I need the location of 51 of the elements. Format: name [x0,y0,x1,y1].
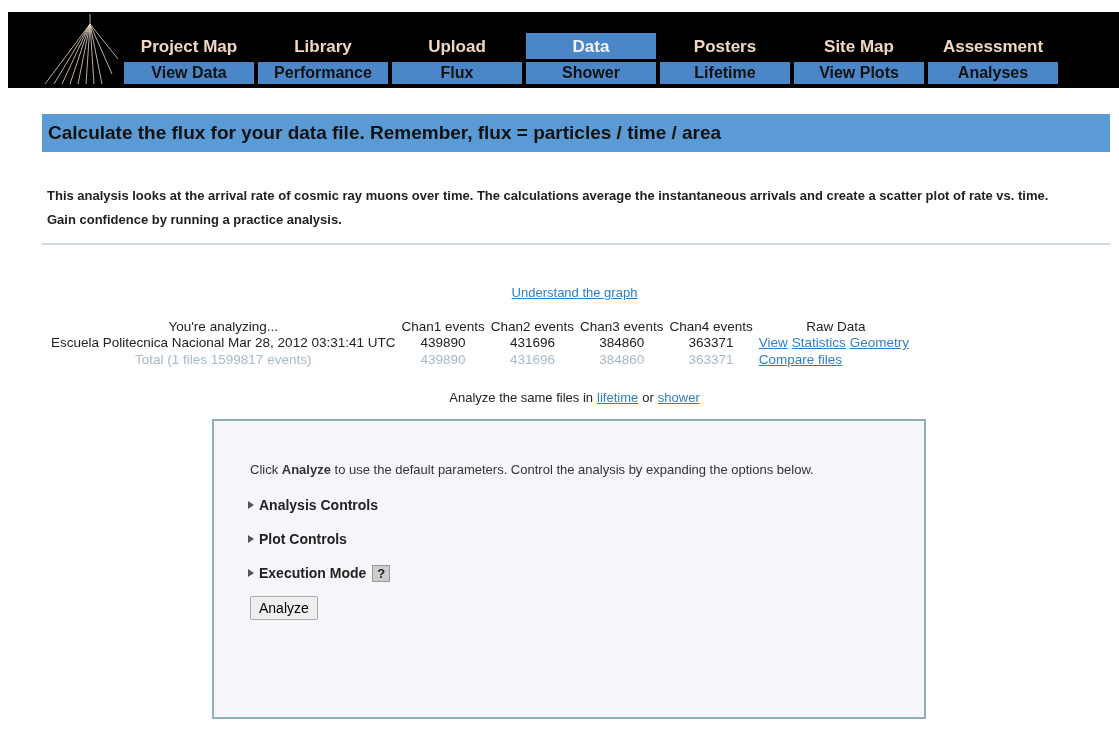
nav-tab[interactable]: Site Map [794,33,924,59]
page-heading: Calculate the flux for your data file. Remember, flux = particles / time / area [42,114,1110,152]
event-count: 431696 [509,335,555,350]
intro-text: This analysis looks at the arrival rate of cosmic ray muons over time. The calculations average the instantaneous arrivals and create a scatter plot of rate vs. time. [47,187,1050,205]
nav-tab[interactable]: Assessment [928,33,1058,59]
help-button[interactable]: ? [372,564,391,582]
subnav-tab[interactable]: Analyses [928,62,1058,84]
same-files-text: Analyze the same files in [449,390,594,405]
raw-data-link[interactable]: View [758,335,788,350]
subnav-tab[interactable]: View Plots [794,62,924,84]
expand-arrow-icon[interactable] [248,535,254,543]
nav-tab[interactable]: Upload [392,33,522,59]
event-count: 439890 [420,335,466,350]
subnav-tab[interactable]: Lifetime [660,62,790,84]
nav-tab[interactable]: Project Map [124,33,254,59]
subnav-tab[interactable]: Shower [526,62,656,84]
instructions-text: Click Analyze to use the default parameters. Control the analysis by expanding the options below. [250,461,815,478]
column-header: Raw Data [806,319,866,334]
graph-help-link[interactable]: Understand the graph [511,285,638,300]
raw-data-link[interactable]: Statistics [791,335,846,350]
subnav-tab[interactable]: Flux [392,62,522,84]
event-count: 431696 [509,352,555,367]
event-count: 363371 [688,335,734,350]
or-text: or [642,390,654,405]
subnav-tab[interactable]: View Data [124,62,254,84]
section-toggle[interactable]: Execution Mode [259,565,367,581]
column-header: Chan2 events [490,319,575,334]
shower-link[interactable]: shower [657,390,700,405]
event-count: 439890 [420,352,466,367]
event-count: 384860 [599,335,645,350]
column-header: Chan4 events [669,319,753,334]
column-header: You're analyzing... [168,319,278,334]
column-header: Chan1 events [401,319,485,334]
analyze-button[interactable]: Analyze [250,596,318,620]
file-name: Total (1 files 1599817 events) [135,352,312,367]
section-toggle[interactable]: Plot Controls [259,531,347,547]
column-header: Chan3 events [580,319,664,334]
expand-arrow-icon[interactable] [248,569,254,577]
nav-tab[interactable]: Data [526,33,656,59]
section-toggle[interactable]: Analysis Controls [259,497,379,513]
lifetime-link[interactable]: lifetime [597,390,639,405]
nav-tab[interactable]: Posters [660,33,790,59]
raw-data-link[interactable]: Compare files [758,352,842,367]
event-count: 384860 [599,352,645,367]
file-name: Escuela Politecnica Nacional Mar 28, 2012 03:31:41 UTC [51,335,396,350]
intro-text: Gain confidence by running a practice analysis. [47,211,343,229]
raw-data-link[interactable]: Geometry [849,335,910,350]
expand-arrow-icon[interactable] [248,501,254,509]
nav-tab[interactable]: Library [258,33,388,59]
event-count: 363371 [688,352,734,367]
subnav-tab[interactable]: Performance [258,62,388,84]
